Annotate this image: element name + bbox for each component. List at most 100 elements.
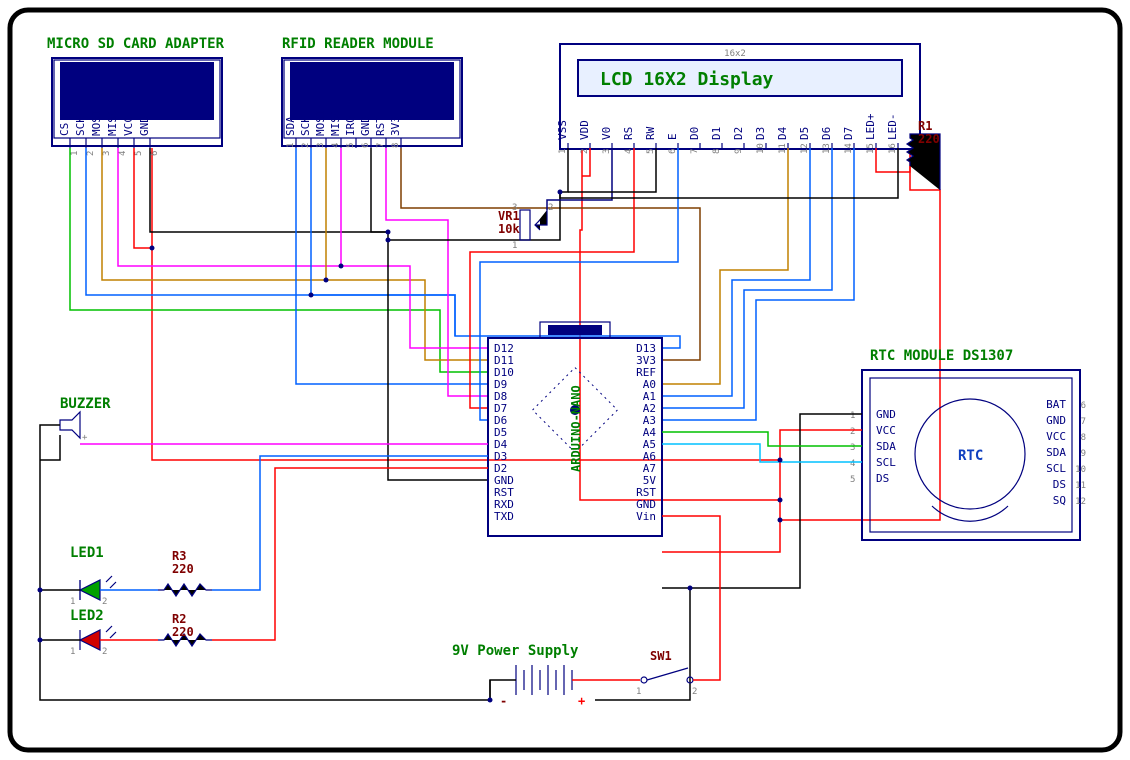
svg-text:10: 10 (756, 143, 766, 154)
svg-text:2: 2 (102, 597, 107, 607)
svg-text:RW: RW (644, 126, 657, 140)
svg-text:10: 10 (1075, 465, 1086, 475)
svg-text:5: 5 (134, 151, 144, 156)
svg-text:MOSI: MOSI (314, 110, 327, 137)
svg-text:GND: GND (359, 116, 372, 136)
svg-text:5: 5 (346, 143, 356, 148)
svg-text:MOSI: MOSI (90, 110, 103, 137)
svg-text:1: 1 (636, 687, 641, 697)
svg-text:1: 1 (70, 647, 75, 657)
svg-text:4: 4 (850, 459, 855, 469)
nano-pins-left: D12 D11 D10 D9 D8 D7 D6 D5 D4 D3 D2 GND … (494, 342, 514, 523)
w-lcd-ledn (560, 148, 898, 198)
svg-text:1: 1 (850, 411, 855, 421)
svg-text:DS: DS (1053, 478, 1066, 491)
svg-text:3: 3 (602, 149, 612, 154)
svg-text:VCC: VCC (1046, 430, 1066, 443)
svg-text:2: 2 (692, 687, 697, 697)
svg-text:+: + (82, 433, 88, 443)
schematic-canvas: MICRO SD CARD ADAPTER CS1 SCK2 MOSI3 MIS… (0, 0, 1130, 760)
w-sd-mosi (102, 148, 488, 360)
svg-text:220: 220 (918, 132, 940, 146)
svg-text:3: 3 (850, 443, 855, 453)
w-buzzer-gnd (40, 425, 60, 460)
svg-text:+: + (578, 694, 585, 708)
svg-text:CS: CS (58, 123, 71, 136)
svg-text:LED+: LED+ (864, 113, 877, 140)
lcd-title: LCD 16X2 Display (600, 69, 774, 90)
svg-text:2: 2 (301, 143, 311, 148)
svg-text:SCL: SCL (876, 456, 896, 469)
svg-text:3: 3 (316, 143, 326, 148)
svg-text:1: 1 (70, 151, 80, 156)
battery-icon: - + (500, 665, 585, 708)
svg-text:2: 2 (86, 151, 96, 156)
svg-text:DS: DS (876, 472, 889, 485)
svg-text:1: 1 (558, 149, 568, 154)
svg-text:14: 14 (844, 143, 854, 154)
svg-text:D3: D3 (754, 127, 767, 140)
svg-text:7: 7 (1081, 417, 1086, 427)
svg-text:D4: D4 (776, 126, 789, 140)
svg-text:12: 12 (800, 143, 810, 154)
svg-text:SDA: SDA (284, 116, 297, 136)
lcd-pins: VSS1 VDD2 V03 RS4 RW5 E6 D07 D18 D29 D31… (556, 113, 899, 154)
sd-pins: CS1 SCK2 MOSI3 MISO4 VCC5 GND6 (58, 110, 160, 157)
svg-text:RTC: RTC (958, 448, 983, 464)
w-sd-sck (86, 148, 455, 336)
svg-text:16: 16 (888, 143, 898, 154)
svg-text:15: 15 (866, 143, 876, 154)
led2-label: LED2 (70, 608, 104, 624)
svg-text:SDA: SDA (1046, 446, 1066, 459)
svg-text:220: 220 (172, 562, 194, 576)
svg-text:3: 3 (512, 203, 517, 213)
svg-text:1: 1 (70, 597, 75, 607)
svg-text:D7: D7 (842, 127, 855, 140)
svg-text:E: E (666, 133, 679, 140)
vr1: VR1 10k 321 (498, 203, 553, 251)
nano-pins-right: D13 3V3 REF A0 A1 A2 A3 A4 A5 A6 A7 5V R… (636, 342, 656, 523)
svg-text:SW1: SW1 (650, 649, 672, 663)
svg-text:11: 11 (1075, 481, 1086, 491)
svg-text:RS: RS (622, 127, 635, 140)
svg-text:2: 2 (850, 427, 855, 437)
svg-text:7: 7 (690, 149, 700, 154)
svg-text:3: 3 (102, 151, 112, 156)
w-led2 (100, 468, 488, 640)
svg-text:8: 8 (1081, 433, 1086, 443)
svg-text:D2: D2 (732, 127, 745, 140)
svg-text:6: 6 (150, 151, 160, 156)
svg-text:-: - (500, 694, 507, 708)
svg-text:TXD: TXD (494, 510, 514, 523)
svg-text:GND: GND (138, 116, 151, 136)
sd-title: MICRO SD CARD ADAPTER (47, 36, 225, 52)
svg-text:16x2: 16x2 (724, 49, 746, 59)
svg-text:R3: R3 (172, 549, 186, 563)
w-lcd-d4 (662, 148, 788, 384)
svg-text:6: 6 (668, 149, 678, 154)
sd-slot (60, 62, 214, 120)
svg-text:8: 8 (391, 143, 401, 148)
psu-label: 9V Power Supply (452, 643, 579, 659)
svg-text:V0: V0 (600, 127, 613, 140)
w-lcd-d7 (662, 148, 854, 420)
svg-text:IRQ: IRQ (344, 116, 357, 136)
svg-text:5: 5 (850, 475, 855, 485)
led2-icon: 12 (70, 626, 116, 657)
svg-text:D6: D6 (820, 127, 833, 140)
svg-text:R1: R1 (918, 119, 932, 133)
svg-text:SQ: SQ (1053, 494, 1066, 507)
led1-icon: 12 (70, 576, 116, 607)
svg-text:12: 12 (1075, 497, 1086, 507)
svg-text:6: 6 (361, 143, 371, 148)
rtc-title: RTC MODULE DS1307 (870, 348, 1013, 364)
svg-text:3V3: 3V3 (389, 116, 402, 136)
svg-text:1: 1 (512, 241, 517, 251)
svg-text:MISO: MISO (329, 110, 342, 137)
svg-text:GND: GND (1046, 414, 1066, 427)
w-rfid-sck (311, 148, 680, 348)
svg-text:220: 220 (172, 625, 194, 639)
svg-text:VCC: VCC (122, 116, 135, 136)
w-sd-miso (118, 148, 488, 348)
r2: R2220 (158, 612, 212, 646)
